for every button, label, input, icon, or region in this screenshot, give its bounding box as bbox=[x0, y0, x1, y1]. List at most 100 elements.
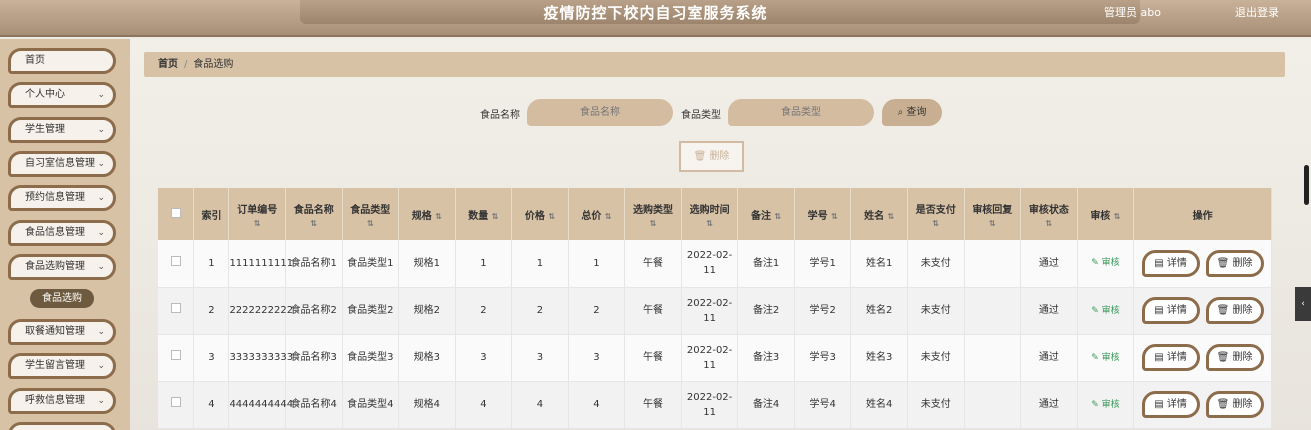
cell-order: 2222222222 bbox=[228, 287, 293, 335]
delete-button[interactable]: 🗑 删除 bbox=[1205, 249, 1264, 277]
chevron-up-icon: ⌄ bbox=[97, 262, 105, 272]
col-header[interactable]: 备注 ⇅ bbox=[737, 188, 795, 240]
document-icon: ▤ bbox=[1154, 352, 1167, 363]
col-header[interactable]: 订单编号 ⇅ bbox=[228, 188, 286, 240]
sidebar-item-label: 食品选购管理 bbox=[25, 261, 85, 272]
sidebar-item-label: 取餐通知管理 bbox=[25, 326, 85, 337]
delete-label: 删除 bbox=[1232, 399, 1253, 410]
col-header[interactable]: 姓名 ⇅ bbox=[850, 188, 908, 240]
col-header[interactable]: 学号 ⇅ bbox=[794, 188, 852, 240]
detail-label: 详情 bbox=[1166, 305, 1187, 316]
cell-price: 3 bbox=[511, 334, 569, 382]
col-header[interactable]: 选购时间 ⇅ bbox=[681, 188, 739, 240]
row-checkbox[interactable] bbox=[158, 334, 195, 382]
cell-order: 1111111111 bbox=[228, 240, 293, 288]
cell-type: 食品类型2 bbox=[342, 287, 400, 335]
audit-label: 审核 bbox=[1101, 258, 1120, 269]
cell-name: 食品名称3 bbox=[285, 334, 343, 382]
current-user: 管理员 abo bbox=[1104, 6, 1161, 19]
breadcrumb-home[interactable]: 首页 bbox=[158, 59, 178, 70]
page-scrollbar[interactable] bbox=[1304, 165, 1309, 205]
cell-spec: 规格3 bbox=[398, 334, 456, 382]
batch-delete-button[interactable]: 🗑 删除 bbox=[679, 141, 744, 172]
delete-button[interactable]: 🗑 删除 bbox=[1205, 344, 1264, 371]
cell-buy_type: 午餐 bbox=[624, 240, 682, 288]
sort-icon: ⇅ bbox=[774, 211, 782, 221]
cell-buy_type: 午餐 bbox=[624, 287, 682, 335]
trash-icon: 🗑 bbox=[1216, 257, 1233, 269]
sort-icon: ⇅ bbox=[649, 218, 657, 228]
audit-link[interactable]: ✎ 审核 bbox=[1077, 334, 1135, 382]
cell-note: 备注2 bbox=[737, 287, 795, 335]
sidebar-item-students[interactable]: 学生管理 ⌄ bbox=[8, 117, 116, 143]
sidebar-item-food-purchase[interactable]: 食品选购管理 ⌄ bbox=[8, 254, 116, 280]
sidebar-item-home[interactable]: 首页 bbox=[8, 48, 116, 74]
cell-buy_type: 午餐 bbox=[624, 334, 682, 382]
trash-icon: 🗑 bbox=[1216, 305, 1233, 316]
detail-button[interactable]: ▤ 详情 bbox=[1141, 391, 1200, 418]
logout-link[interactable]: 退出登录 bbox=[1235, 4, 1279, 20]
sidebar-item-label: 食品信息管理 bbox=[25, 227, 85, 238]
collapse-panel-tab[interactable]: ‹ bbox=[1295, 287, 1311, 321]
cell-sid: 学号4 bbox=[794, 381, 852, 429]
select-all-checkbox[interactable] bbox=[158, 188, 195, 240]
col-header[interactable]: 食品名称 ⇅ bbox=[285, 188, 343, 240]
cell-time: 2022-02-11 bbox=[681, 287, 739, 335]
detail-button[interactable]: ▤ 详情 bbox=[1141, 249, 1200, 277]
detail-button[interactable]: ▤ 详情 bbox=[1141, 344, 1200, 371]
query-label: 查询 bbox=[906, 107, 927, 118]
food-type-input[interactable] bbox=[728, 99, 874, 126]
col-header[interactable]: 数量 ⇅ bbox=[455, 188, 513, 240]
cell-qty: 2 bbox=[455, 287, 513, 335]
row-checkbox[interactable] bbox=[158, 287, 195, 335]
sort-icon: ⇅ bbox=[435, 211, 442, 221]
audit-link[interactable]: ✎ 审核 bbox=[1077, 240, 1135, 288]
col-header[interactable]: 审核 ⇅ bbox=[1077, 188, 1135, 240]
table-row: 4 4444444444 食品名称4 食品类型4 规格4 4 4 4 午餐 2022-02-11 备… bbox=[158, 381, 1272, 429]
detail-button[interactable]: ▤ 详情 bbox=[1141, 297, 1200, 324]
sidebar-item-label: 预约信息管理 bbox=[25, 192, 85, 203]
sidebar-subitem-food-purchase[interactable]: 食品选购 bbox=[30, 289, 94, 308]
sidebar-item-profile[interactable]: 个人中心 ⌄ bbox=[8, 82, 116, 108]
main-content: 首页 / 食品选购 食品名称 食品类型 ⌕ 查询 🗑 删除 索引 订单编号⇅ 食品名… bbox=[130, 39, 1311, 430]
col-header[interactable]: 审核回复 ⇅ bbox=[964, 188, 1022, 240]
sidebar-item-food-info[interactable]: 食品信息管理 ⌄ bbox=[8, 220, 116, 246]
search-bar: 食品名称 食品类型 ⌕ 查询 bbox=[130, 99, 1311, 126]
row-checkbox[interactable] bbox=[158, 381, 195, 429]
delete-button[interactable]: 🗑 删除 bbox=[1205, 297, 1264, 324]
sort-icon: ⇅ bbox=[253, 218, 261, 228]
sort-icon: ⇅ bbox=[366, 218, 374, 228]
sidebar-item-reservations[interactable]: 预约信息管理 ⌄ bbox=[8, 185, 116, 211]
col-header[interactable]: 审核状态 ⇅ bbox=[1020, 188, 1078, 240]
col-header[interactable]: 总价 ⇅ bbox=[568, 188, 626, 240]
col-header[interactable]: 食品类型 ⇅ bbox=[342, 188, 400, 240]
row-checkbox[interactable] bbox=[158, 240, 195, 288]
sidebar-item-study-rooms[interactable]: 自习室信息管理 ⌄ bbox=[8, 151, 116, 177]
delete-button[interactable]: 🗑 删除 bbox=[1205, 391, 1264, 418]
cell-spec: 规格4 bbox=[398, 381, 456, 429]
sidebar-item-more[interactable] bbox=[8, 422, 116, 430]
cell-spec: 规格1 bbox=[398, 240, 456, 288]
cell-price: 1 bbox=[511, 240, 569, 288]
breadcrumb: 首页 / 食品选购 bbox=[144, 52, 1285, 77]
detail-label: 详情 bbox=[1166, 399, 1187, 410]
cell-sname: 姓名1 bbox=[850, 240, 908, 288]
query-button[interactable]: ⌕ 查询 bbox=[882, 99, 942, 126]
col-header[interactable]: 价格 ⇅ bbox=[511, 188, 569, 240]
trash-icon: 🗑 bbox=[693, 151, 710, 162]
audit-link[interactable]: ✎ 审核 bbox=[1077, 287, 1135, 335]
sidebar-item-pickup-notices[interactable]: 取餐通知管理 ⌄ bbox=[8, 319, 116, 345]
col-header[interactable]: 规格 ⇅ bbox=[398, 188, 456, 240]
cell-qty: 1 bbox=[455, 240, 513, 288]
cell-reply bbox=[964, 381, 1022, 429]
food-name-input[interactable] bbox=[527, 99, 673, 126]
sort-icon: ⇅ bbox=[932, 218, 940, 228]
cell-spec: 规格2 bbox=[398, 287, 456, 335]
sidebar-item-help-requests[interactable]: 呼救信息管理 ⌄ bbox=[8, 388, 116, 414]
cell-sid: 学号2 bbox=[794, 287, 852, 335]
col-header[interactable]: 是否支付 ⇅ bbox=[907, 188, 965, 240]
audit-link[interactable]: ✎ 审核 bbox=[1077, 381, 1135, 429]
sidebar-item-messages[interactable]: 学生留言管理 ⌄ bbox=[8, 353, 116, 379]
cell-time: 2022-02-11 bbox=[681, 334, 739, 382]
col-header[interactable]: 选购类型 ⇅ bbox=[624, 188, 682, 240]
